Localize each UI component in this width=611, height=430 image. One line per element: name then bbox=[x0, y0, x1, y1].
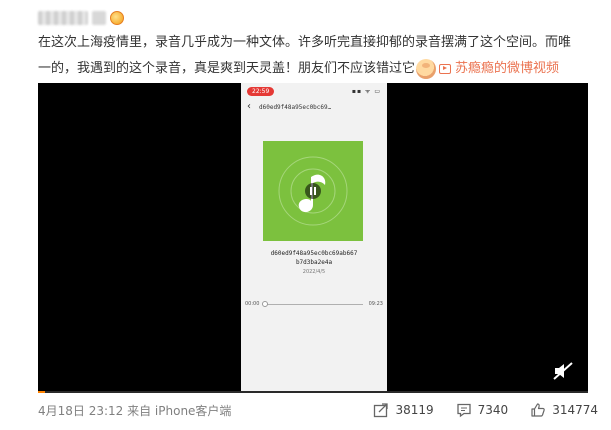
audio-file-date: 2022/4/5 bbox=[302, 269, 326, 275]
video-player[interactable]: 22:59 ▪▪ ᯤ ▭ ‹ d60ed9f48a95ec0bc69… d60e… bbox=[38, 83, 588, 393]
audio-time-current: 00:00 bbox=[245, 301, 260, 307]
post-author[interactable] bbox=[38, 8, 124, 28]
vip-badge-icon bbox=[110, 11, 124, 25]
video-link-label: 苏瘾瘾的微博视频 bbox=[455, 61, 560, 76]
audio-file-name: d60ed9f48a95ec0bc69ab667 b7d3ba2e4a bbox=[241, 249, 387, 267]
like-button[interactable]: 314774 bbox=[530, 402, 598, 418]
video-progress-fill bbox=[38, 391, 45, 393]
comment-icon bbox=[456, 403, 471, 418]
phone-screen-recording: 22:59 ▪▪ ᯤ ▭ ‹ d60ed9f48a95ec0bc69… d60e… bbox=[241, 83, 387, 393]
audio-player-bar: 00:00 09:23 bbox=[245, 299, 383, 309]
audio-cover bbox=[263, 141, 363, 241]
thumbs-up-icon bbox=[531, 403, 545, 417]
music-note-icon bbox=[278, 156, 348, 226]
post-footer: 4月18日 23:12 来自 iPhone客户端 38119 7340 3147… bbox=[38, 399, 598, 421]
share-count: 38119 bbox=[395, 403, 434, 417]
phone-status-bar: 22:59 ▪▪ ᯤ ▭ bbox=[241, 83, 387, 99]
audio-track bbox=[262, 300, 363, 307]
audio-knob bbox=[262, 300, 269, 307]
post-actions: 38119 7340 314774 bbox=[351, 402, 598, 418]
share-button[interactable]: 38119 bbox=[373, 402, 434, 418]
status-time: 22:59 bbox=[247, 86, 275, 96]
video-source-link[interactable]: 苏瘾瘾的微博视频 bbox=[439, 56, 559, 82]
audio-file-name-line1: d60ed9f48a95ec0bc69ab667 bbox=[270, 250, 358, 257]
post-meta: 4月18日 23:12 来自 iPhone客户端 bbox=[38, 403, 232, 418]
phone-nav-bar: ‹ d60ed9f48a95ec0bc69… bbox=[241, 99, 387, 115]
emoji-icon bbox=[416, 59, 437, 79]
comment-button[interactable]: 7340 bbox=[456, 402, 509, 418]
post-text: 在这次上海疫情里，录音几乎成为一种文体。许多听完直接抑郁的录音摆满了这个空间。而… bbox=[38, 30, 598, 82]
audio-time-total: 09:23 bbox=[368, 301, 383, 307]
author-name-blurred[interactable] bbox=[38, 11, 88, 25]
comment-count: 7340 bbox=[477, 403, 509, 417]
audio-file-name-line2: b7d3ba2e4a bbox=[295, 259, 333, 266]
nav-title: d60ed9f48a95ec0bc69… bbox=[259, 103, 332, 111]
video-progress-track[interactable] bbox=[38, 391, 588, 393]
mute-icon[interactable] bbox=[552, 361, 574, 381]
like-count: 314774 bbox=[552, 403, 598, 417]
post-text-line1: 在这次上海疫情里，录音几乎成为一种文体。许多听完直接抑郁的录音摆满了这个空间。而… bbox=[38, 35, 572, 50]
back-arrow-icon: ‹ bbox=[247, 101, 251, 112]
video-link-icon bbox=[439, 64, 452, 74]
author-avatar-blurred bbox=[92, 11, 106, 25]
post-text-line2: 一的，我遇到的这个录音，真是爽到天灵盖！朋友们不应该错过它 bbox=[38, 61, 416, 76]
status-icons: ▪▪ ᯤ ▭ bbox=[351, 88, 381, 95]
share-icon bbox=[374, 403, 389, 418]
